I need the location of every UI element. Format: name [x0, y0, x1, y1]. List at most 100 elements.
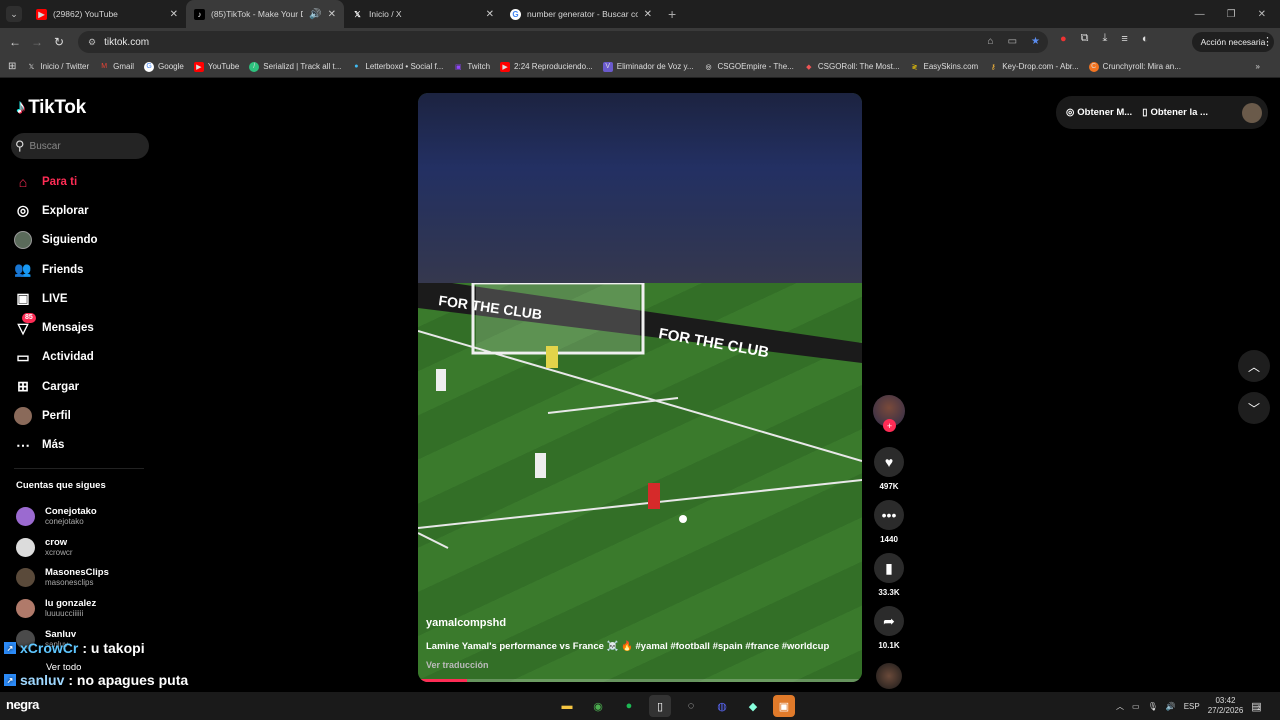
- bookmarks-overflow-icon[interactable]: »: [1256, 62, 1260, 71]
- site-info-icon[interactable]: ⚙: [88, 37, 96, 48]
- sidebar-item-siguiendo[interactable]: Siguiendo: [14, 226, 98, 255]
- bookmark-item[interactable]: ▶ 2:24 Reproduciendo...: [500, 61, 593, 72]
- close-window-button[interactable]: ✕: [1258, 9, 1266, 20]
- bookmark-item[interactable]: V Eliminador de Voz y...: [602, 61, 694, 72]
- tab-youtube[interactable]: ▶ (29862) YouTube ✕: [28, 0, 186, 28]
- obs-icon[interactable]: ◌: [680, 695, 702, 717]
- sidebar-item-cargar[interactable]: ⊞ Cargar: [14, 372, 98, 401]
- bookmark-item[interactable]: / Serializd | Track all t...: [249, 61, 341, 72]
- comment-icon[interactable]: •••: [874, 500, 904, 530]
- media-control-icon[interactable]: ≡: [1121, 33, 1127, 45]
- following-item[interactable]: lu gonzalez luuuucciiiiii: [16, 593, 109, 624]
- bookmark-item[interactable]: ▶ YouTube: [193, 61, 239, 72]
- previous-video-button[interactable]: ︿: [1238, 350, 1270, 382]
- profile-avatar-icon[interactable]: ◐: [1142, 33, 1149, 45]
- youtube-icon: ▶: [193, 61, 204, 72]
- tab-tiktok[interactable]: ♪ (85)TikTok - Make Your Day 🔊 ✕: [186, 0, 344, 28]
- tab-search-button[interactable]: ⌄: [6, 6, 22, 22]
- close-icon[interactable]: ✕: [486, 9, 494, 20]
- music-disc-icon[interactable]: [876, 663, 902, 689]
- url-text: tiktok.com: [104, 36, 150, 48]
- video-progress-bar[interactable]: [418, 679, 862, 682]
- video-author[interactable]: yamalcompshd: [426, 617, 506, 629]
- close-icon[interactable]: ✕: [644, 9, 652, 20]
- bookmark-star-icon[interactable]: ★: [1031, 36, 1040, 47]
- tiktok-logo[interactable]: ♪ TikTok: [16, 97, 86, 119]
- apps-grid-icon[interactable]: ⊞: [8, 61, 16, 72]
- language-indicator[interactable]: ESP: [1184, 702, 1200, 711]
- bookmark-icon[interactable]: ▮: [874, 553, 904, 583]
- sidebar-item-live[interactable]: ▣ LIVE: [14, 284, 98, 313]
- chevron-up-icon[interactable]: ︿: [1116, 701, 1124, 712]
- search-input[interactable]: ⚲ Buscar: [11, 133, 149, 159]
- window-controls: — ❐ ✕: [1195, 0, 1280, 28]
- bookmark-item[interactable]: C Crunchyroll: Mira an...: [1088, 61, 1181, 72]
- sidebar-item-actividad[interactable]: ▭ Actividad: [14, 343, 98, 372]
- sidebar-item-mensajes[interactable]: ▽ 85 Mensajes: [14, 313, 98, 342]
- bookmark-item[interactable]: ● Letterboxd • Social f...: [351, 62, 443, 72]
- author-avatar[interactable]: +: [873, 395, 905, 432]
- follow-plus-icon[interactable]: +: [883, 419, 896, 432]
- download-icon[interactable]: ⤓: [1103, 32, 1108, 45]
- sidebar-item-friends[interactable]: 👥 Friends: [14, 255, 98, 284]
- back-button[interactable]: ←: [4, 35, 26, 49]
- save-action[interactable]: ▮ 33.3K: [872, 553, 906, 606]
- microphone-icon[interactable]: 🎙: [1148, 702, 1158, 711]
- following-item[interactable]: MasonesClips masonesclips: [16, 562, 109, 593]
- following-item[interactable]: Conejotako conejotako: [16, 501, 109, 532]
- get-coins-button[interactable]: ◎ Obtener M...: [1066, 107, 1132, 118]
- spotify-icon[interactable]: ●: [618, 695, 640, 717]
- file-explorer-icon[interactable]: ▬: [556, 695, 578, 717]
- like-action[interactable]: ♥ 497K: [872, 447, 906, 500]
- heart-icon[interactable]: ♥: [874, 447, 904, 477]
- extension-icon[interactable]: ●: [1060, 33, 1067, 45]
- minimize-button[interactable]: —: [1195, 9, 1205, 20]
- sidebar-item-mas[interactable]: ⋯ Más: [14, 431, 98, 460]
- translate-icon[interactable]: ⌂: [988, 36, 994, 47]
- share-action[interactable]: ➦ 10.1K: [872, 606, 906, 659]
- restore-button[interactable]: ❐: [1227, 9, 1236, 20]
- comment-action[interactable]: ••• 1440: [872, 500, 906, 553]
- notepad-icon[interactable]: ▯: [649, 695, 671, 717]
- close-icon[interactable]: ✕: [328, 9, 336, 20]
- bookmark-item[interactable]: 𝕏 Inicio / Twitter: [26, 62, 90, 72]
- network-icon[interactable]: ▭: [1132, 702, 1140, 711]
- discord-icon[interactable]: ◍: [711, 695, 733, 717]
- chat-badge-icon: ↗: [4, 674, 16, 686]
- bookmark-item[interactable]: ◆ CSGORoll: The Most...: [804, 62, 899, 72]
- close-icon[interactable]: ✕: [170, 9, 178, 20]
- tab-google[interactable]: G number generator - Buscar con ✕: [502, 0, 660, 28]
- x-icon: 𝕏: [354, 9, 361, 19]
- app-icon[interactable]: ▣: [773, 695, 795, 717]
- video-player[interactable]: FOR THE CLUB FOR THE CLUB yamalcompshd L…: [418, 93, 862, 682]
- sidebar-item-perfil[interactable]: Perfil: [14, 401, 98, 430]
- bookmark-item[interactable]: ⚷ Key-Drop.com - Abr...: [988, 62, 1079, 72]
- app-icon[interactable]: ◆: [742, 695, 764, 717]
- reload-button[interactable]: ↻: [48, 35, 70, 49]
- user-avatar[interactable]: [1242, 102, 1262, 123]
- following-item[interactable]: crow xcrowcr: [16, 532, 109, 563]
- chrome-icon[interactable]: ◉: [587, 695, 609, 717]
- notification-icon[interactable]: ▤ 2: [1251, 700, 1261, 713]
- forward-button[interactable]: →: [26, 35, 48, 49]
- translate-link[interactable]: Ver traducción: [426, 660, 489, 670]
- clock[interactable]: 03:42 27/2/2026: [1208, 696, 1244, 716]
- bookmark-item[interactable]: ◎ CSGOEmpire - The...: [704, 62, 793, 72]
- bookmark-item[interactable]: ▣ Twitch: [453, 62, 490, 72]
- sidebar-item-para-ti[interactable]: ⌂ Para ti: [14, 167, 98, 196]
- sidebar-item-explorar[interactable]: ◎ Explorar: [14, 196, 98, 225]
- cast-icon[interactable]: ▭: [1008, 36, 1017, 47]
- menu-kebab-icon[interactable]: ⋮: [1262, 35, 1273, 48]
- address-bar[interactable]: ⚙ tiktok.com ⌂ ▭ ★: [78, 31, 1048, 53]
- tab-x[interactable]: 𝕏 Inicio / X ✕: [344, 0, 502, 28]
- extensions-puzzle-icon[interactable]: ⧉: [1081, 32, 1089, 45]
- next-video-button[interactable]: ﹀: [1238, 392, 1270, 424]
- volume-icon[interactable]: 🔊: [1166, 702, 1176, 711]
- bookmark-item[interactable]: G Google: [144, 61, 184, 72]
- new-tab-button[interactable]: +: [668, 6, 676, 22]
- speaker-icon[interactable]: 🔊: [309, 9, 321, 20]
- share-icon[interactable]: ➦: [874, 606, 904, 636]
- bookmark-item[interactable]: M Gmail: [99, 62, 134, 72]
- bookmark-item[interactable]: ≷ EasySkins.com: [910, 62, 979, 72]
- get-app-button[interactable]: ▯ Obtener la ...: [1142, 107, 1208, 118]
